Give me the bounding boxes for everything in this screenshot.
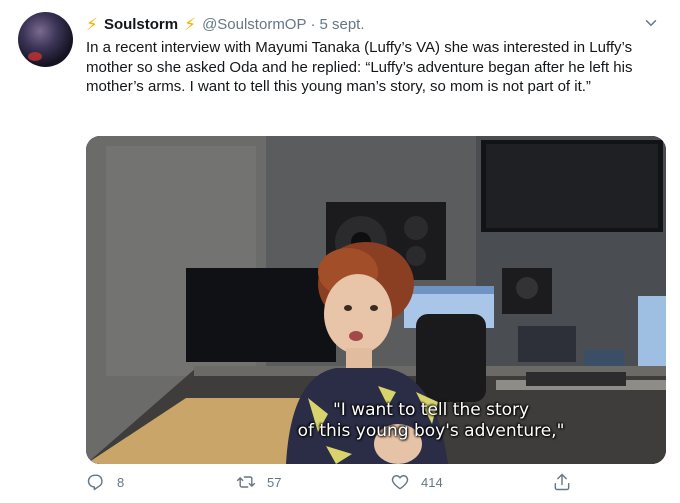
like-count: 414 xyxy=(421,474,443,490)
reply-button[interactable]: 8 xyxy=(86,472,124,492)
retweet-icon xyxy=(236,476,256,488)
tweet-text: In a recent interview with Mayumi Tanaka… xyxy=(86,39,633,95)
like-button[interactable]: 414 xyxy=(390,472,443,492)
tweet-date[interactable]: 5 sept. xyxy=(319,16,364,33)
share-icon xyxy=(554,473,570,491)
retweet-button[interactable]: 57 xyxy=(236,472,281,492)
avatar[interactable] xyxy=(18,12,73,67)
video-media[interactable]: "I want to tell the story of this young … xyxy=(86,136,666,464)
separator-dot: · xyxy=(310,15,316,33)
chevron-down-icon[interactable] xyxy=(642,14,660,32)
lightning-emoji-icon: ⚡ xyxy=(86,14,98,34)
share-button[interactable] xyxy=(552,472,583,492)
video-subtitle-line1: "I want to tell the story xyxy=(332,400,530,420)
lightning-emoji-icon: ⚡ xyxy=(184,14,197,34)
display-name[interactable]: Soulstorm xyxy=(104,16,178,33)
user-handle[interactable]: @SoulstormOP xyxy=(202,16,306,33)
reply-count: 8 xyxy=(117,474,125,490)
retweet-count: 57 xyxy=(267,474,282,490)
reply-icon xyxy=(87,474,103,491)
like-icon xyxy=(391,475,409,490)
video-subtitle-line2: of this young boy's adventure," xyxy=(297,421,565,441)
tweet-actions: 8 57 414 xyxy=(86,472,666,498)
tweet-header: ⚡ Soulstorm ⚡ @SoulstormOP · 5 sept. xyxy=(86,12,660,36)
